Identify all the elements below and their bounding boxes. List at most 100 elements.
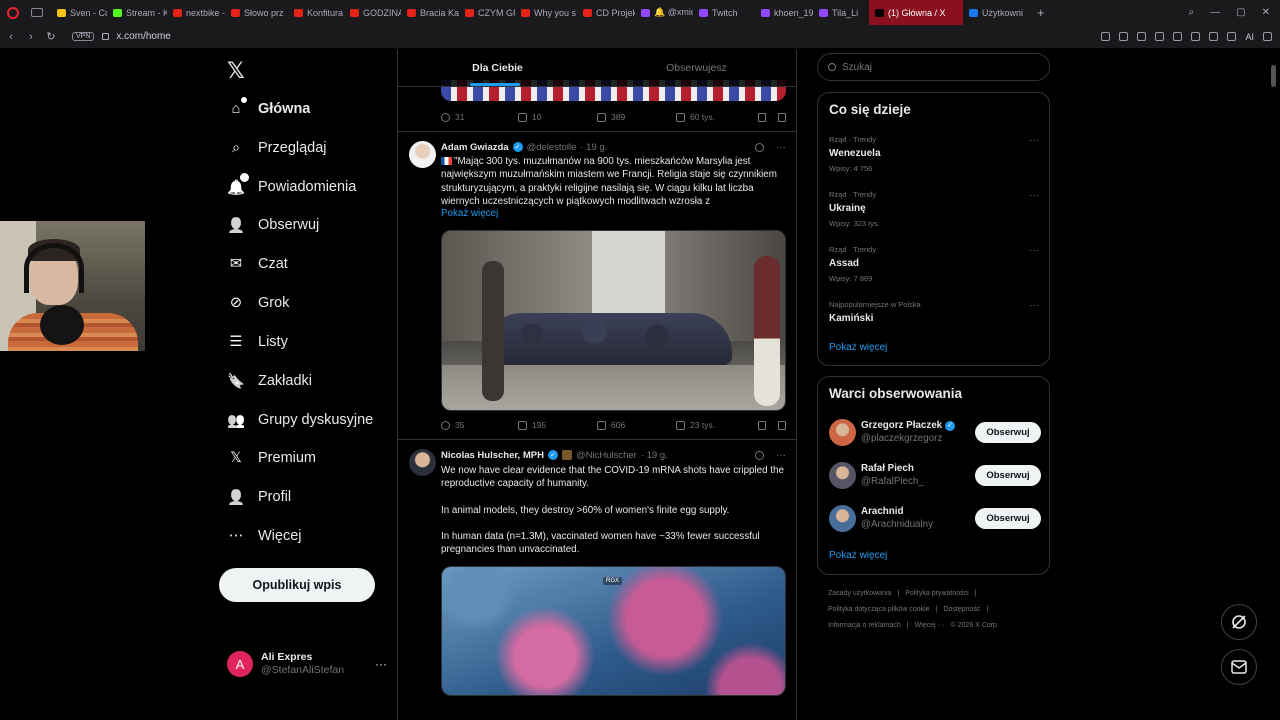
heart-icon[interactable]	[1173, 32, 1183, 41]
extensions-icon[interactable]	[1191, 32, 1201, 41]
nav-item-bell[interactable]: 🔔 1 Powiadomienia	[227, 173, 356, 199]
browser-tab[interactable]: Konfitura	[288, 0, 344, 25]
bookmark-icon[interactable]	[758, 420, 766, 430]
follow-button[interactable]: Obserwuj	[975, 464, 1041, 486]
show-more-trends-link[interactable]: Pokaż więcej	[829, 342, 887, 353]
more-dots-icon[interactable]: ···	[776, 450, 786, 461]
messages-float-button[interactable]	[1221, 649, 1257, 685]
tweet-author-name[interactable]: Nicolas Hulscher, MPH	[441, 450, 544, 461]
browser-tab[interactable]: khoen_19	[755, 0, 813, 25]
browser-tab[interactable]: Tila_Li	[813, 0, 869, 25]
nav-item-bookmark[interactable]: 🔖 Zakładki	[227, 369, 312, 393]
trend-item[interactable]: Rząd · Trendy Assad Wpisy: 7 869 ···	[829, 245, 1039, 283]
browser-tab[interactable]: Sven - Co	[51, 0, 107, 25]
footer-link[interactable]: © 2026 X Corp.	[951, 622, 999, 629]
tweet-author-handle[interactable]: @delestolle	[527, 142, 577, 153]
follow-button[interactable]: Obserwuj	[975, 421, 1041, 443]
opera-logo-icon[interactable]	[7, 6, 19, 19]
tab-for-you[interactable]: Dla Ciebie	[398, 50, 597, 86]
lock-icon[interactable]	[102, 33, 110, 40]
nav-item-mail[interactable]: ✉ Czat	[227, 252, 288, 276]
download-icon[interactable]	[1209, 32, 1219, 41]
account-switcher[interactable]: A Ali Expres @StefanAliStefan ···	[227, 649, 387, 679]
views-button[interactable]: 23 tys.	[676, 420, 758, 430]
tweet-author-handle[interactable]: @NicHulscher	[576, 450, 637, 461]
bookmark-icon[interactable]	[758, 112, 766, 122]
scrollbar[interactable]	[1271, 65, 1276, 87]
browser-tab[interactable]: Twitch	[693, 0, 755, 25]
nav-item-follow[interactable]: 👤 Obserwuj	[227, 213, 319, 237]
more-dots-icon[interactable]: ···	[375, 657, 387, 671]
like-button[interactable]: 389	[597, 112, 676, 122]
browser-tab[interactable]: nextbike -	[167, 0, 225, 25]
footer-link[interactable]: Polityka dotycząca plików cookie	[828, 606, 930, 613]
x-logo-icon[interactable]: 𝕏	[227, 58, 245, 84]
pocket-icon[interactable]	[1137, 32, 1147, 41]
footer-link[interactable]: Polityka prywatności	[905, 590, 968, 597]
more-dots-icon[interactable]: ···	[1029, 135, 1039, 146]
close-window-icon[interactable]: ✕	[1262, 7, 1270, 18]
vpn-badge[interactable]: VPN	[72, 32, 95, 41]
browser-tab[interactable]: Stream - K	[107, 0, 167, 25]
easy-setup-icon[interactable]	[1101, 32, 1111, 41]
footer-link[interactable]: Więcej ···	[915, 622, 945, 629]
nav-item-list[interactable]: ☰ Listy	[227, 330, 288, 354]
forward-icon[interactable]: ›	[22, 31, 40, 43]
follow-button[interactable]: Obserwuj	[975, 507, 1041, 529]
minimize-icon[interactable]: —	[1210, 7, 1220, 18]
trend-item[interactable]: Najpopularniejsze w Polska Kamiński ···	[829, 300, 1039, 324]
tweet-photo[interactable]	[441, 230, 786, 411]
play-icon[interactable]	[1155, 32, 1165, 41]
follow-suggestion[interactable]: Rafał Piech @RafalPiech_ Obserwuj	[829, 460, 1041, 490]
avatar[interactable]	[829, 504, 856, 532]
footer-link[interactable]: Dostępność	[943, 606, 980, 613]
browser-tab[interactable]: Why you s	[515, 0, 577, 25]
browser-tab[interactable]: Bracia Kar	[401, 0, 459, 25]
reply-button[interactable]: 31	[441, 112, 518, 122]
grok-float-button[interactable]	[1221, 604, 1257, 640]
nav-item-profile[interactable]: 👤 Profil	[227, 485, 291, 509]
footer-link[interactable]: Zasady użytkowania	[828, 590, 891, 597]
browser-tab[interactable]: 🔔 @xmic	[635, 0, 693, 25]
follow-suggestion[interactable]: Grzegorz Płaczek ✓ @placzekgrzegorz Obserwu…	[829, 417, 1041, 447]
tweet-time[interactable]: · 19 g.	[580, 142, 607, 153]
maximize-icon[interactable]: ▢	[1236, 7, 1245, 18]
tweet-avatar[interactable]	[409, 141, 436, 168]
avatar[interactable]	[829, 418, 856, 446]
nav-item-grok[interactable]: ⊘ Grok	[227, 291, 290, 315]
nav-item-x[interactable]: 𝕏 Premium	[227, 446, 316, 470]
reload-icon[interactable]: ↻	[42, 30, 60, 43]
tweet-photo[interactable]: RGX	[441, 566, 786, 696]
avatar[interactable]	[829, 461, 856, 489]
repost-button[interactable]: 195	[518, 420, 597, 430]
grok-explain-icon[interactable]	[755, 142, 764, 152]
grok-explain-icon[interactable]	[755, 450, 764, 460]
show-more-link[interactable]: Pokaż więcej	[441, 208, 498, 219]
browser-tab[interactable]: GODZINA	[344, 0, 401, 25]
reply-button[interactable]: 35	[441, 420, 518, 430]
show-more-follow-link[interactable]: Pokaż więcej	[829, 550, 887, 561]
browser-tab[interactable]: CD Projekt	[577, 0, 635, 25]
back-icon[interactable]: ‹	[2, 31, 20, 43]
tweet-avatar[interactable]	[409, 449, 436, 476]
like-button[interactable]: 606	[597, 420, 676, 430]
trend-item[interactable]: Rząd · Trendy Wenezuela Wpisy: 4 756 ···	[829, 135, 1039, 173]
trend-item[interactable]: Rząd · Trendy Ukrainę Wpisy: 323 tys. ···	[829, 190, 1039, 228]
ai-button[interactable]: AI	[1245, 32, 1254, 42]
views-button[interactable]: 60 tys.	[676, 112, 758, 122]
more-dots-icon[interactable]: ···	[1029, 245, 1039, 256]
nav-item-more[interactable]: ⋯ Więcej	[227, 524, 302, 548]
more-dots-icon[interactable]: ···	[1029, 190, 1039, 201]
post-button[interactable]: Opublikuj wpis	[219, 568, 375, 602]
nav-item-communities[interactable]: 👥 Grupy dyskusyjne	[227, 408, 373, 432]
more-dots-icon[interactable]: ···	[1029, 300, 1039, 311]
tweet-time[interactable]: · 19 g.	[641, 450, 668, 461]
browser-tab[interactable]: CZYM GR	[459, 0, 515, 25]
new-tab-icon[interactable]: +	[1037, 5, 1045, 20]
url-field[interactable]: x.com/home	[116, 31, 170, 42]
share-icon[interactable]	[778, 420, 786, 430]
browser-tab[interactable]: Użytkowni	[963, 0, 1031, 25]
browser-tab[interactable]: (1) Główna / X	[869, 0, 963, 25]
tab-following[interactable]: Obserwujesz	[597, 50, 796, 86]
workspaces-icon[interactable]	[31, 8, 43, 17]
